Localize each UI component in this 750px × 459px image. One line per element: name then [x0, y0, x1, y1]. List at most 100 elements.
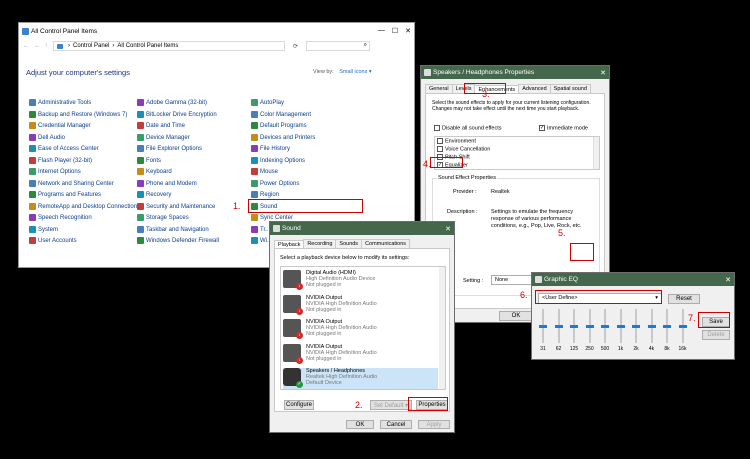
close-icon[interactable]: ✕	[445, 225, 451, 233]
device-list-item[interactable]: ↓ NVIDIA Output NVIDIA High Definition Aud…	[283, 319, 433, 343]
eq-band-slider[interactable]	[678, 309, 687, 343]
eq-slider-thumb[interactable]	[539, 324, 547, 328]
eq-slider-thumb[interactable]	[678, 324, 687, 328]
maximize-icon[interactable]: ☐	[392, 27, 398, 35]
cp-item-icon	[137, 168, 144, 175]
cp-item[interactable]: Programs and Features	[29, 191, 101, 198]
cp-item[interactable]: File Explorer Options	[137, 145, 202, 152]
eq-slider-thumb[interactable]	[647, 324, 656, 328]
cp-item[interactable]: Administrative Tools	[29, 99, 91, 106]
breadcrumb-control-panel[interactable]: Control Panel	[73, 43, 109, 49]
cp-item[interactable]: Windows Defender Firewall	[137, 237, 219, 244]
cp-item[interactable]: Ease of Access Center	[29, 145, 99, 152]
cp-item[interactable]: Fonts	[137, 156, 161, 164]
cp-item[interactable]: System	[29, 225, 58, 233]
eq-band-slider[interactable]	[585, 309, 594, 343]
props-ok-button[interactable]: OK	[499, 311, 533, 321]
sound-apply-button[interactable]: Apply	[418, 420, 450, 429]
cp-item[interactable]: Speech Recognition	[29, 214, 92, 221]
eq-band-slider[interactable]	[554, 309, 563, 343]
eq-band-slider[interactable]	[647, 309, 656, 343]
breadcrumb-all-items[interactable]: All Control Panel Items	[117, 43, 178, 49]
refresh-icon[interactable]: ⟳	[293, 43, 298, 50]
cp-item[interactable]: Adobe Gamma (32-bit)	[137, 99, 207, 106]
up-icon[interactable]: ↑	[45, 43, 48, 49]
eq-slider-thumb[interactable]	[585, 324, 594, 328]
tab-general[interactable]: General	[425, 84, 453, 93]
cp-item[interactable]: Date and Time	[137, 122, 185, 129]
close-icon[interactable]: ✕	[725, 276, 731, 284]
view-by-dropdown[interactable]: Small icons ▾	[339, 69, 371, 75]
sound-ok-button[interactable]: OK	[346, 420, 374, 429]
cp-item[interactable]: Recovery	[137, 191, 171, 198]
cp-item[interactable]: Backup and Restore (Windows 7)	[29, 110, 127, 118]
effect-environment[interactable]: Environment	[437, 138, 476, 144]
set-default-button[interactable]: Set Default ▾	[370, 400, 412, 410]
cp-item[interactable]: Internet Options	[29, 168, 81, 175]
cp-item[interactable]: Phone and Modem	[137, 179, 197, 187]
device-list-item[interactable]: ↓ NVIDIA Output NVIDIA High Definition Aud…	[283, 294, 433, 319]
cp-item[interactable]: RemoteApp and Desktop Connections	[29, 202, 140, 210]
close-icon[interactable]: ✕	[405, 27, 411, 35]
cp-item[interactable]: Keyboard	[137, 168, 172, 175]
cp-item[interactable]: Tr...	[251, 225, 270, 233]
tab-communications[interactable]: Communications	[361, 239, 411, 248]
cp-item[interactable]: BitLocker Drive Encryption	[137, 110, 217, 118]
cp-item[interactable]: Default Programs	[251, 122, 307, 129]
eq-band-slider[interactable]	[601, 309, 609, 343]
tab-sounds[interactable]: Sounds	[335, 239, 363, 248]
cp-item[interactable]: Devices and Printers	[251, 133, 315, 141]
cp-item[interactable]: Credential Manager	[29, 122, 91, 129]
search-input[interactable]: ⌕	[306, 41, 371, 51]
eq-delete-button[interactable]: Delete	[702, 330, 730, 340]
cp-item[interactable]: Dell Audio	[29, 133, 65, 141]
disable-all-checkbox[interactable]: Disable all sound effects	[434, 125, 502, 131]
cp-item[interactable]: Color Management	[251, 110, 311, 118]
close-icon[interactable]: ✕	[600, 69, 606, 77]
cp-item[interactable]: Flash Player (32-bit)	[29, 156, 92, 164]
eq-slider-thumb[interactable]	[616, 324, 625, 328]
address-field[interactable]: › Control Panel › All Control Panel Item…	[53, 41, 285, 51]
cp-item[interactable]: AutoPlay	[251, 99, 284, 106]
immediate-mode-checkbox[interactable]: ✓ Immediate mode	[539, 125, 588, 131]
forward-icon[interactable]: →	[34, 43, 40, 49]
device-list-scrollbar[interactable]	[439, 267, 445, 389]
back-icon[interactable]: ←	[23, 43, 29, 49]
cp-item[interactable]: Storage Spaces	[137, 214, 189, 221]
cp-item[interactable]: Mouse	[251, 168, 278, 175]
cp-item[interactable]: Device Manager	[137, 133, 190, 141]
tab-spatial-sound[interactable]: Spatial sound	[549, 84, 591, 93]
tab-recording[interactable]: Recording	[303, 239, 337, 248]
cp-item[interactable]: Indexing Options	[251, 156, 305, 164]
effects-scrollbar[interactable]	[593, 137, 599, 169]
eq-band-slider[interactable]	[570, 309, 578, 343]
eq-band-slider[interactable]	[632, 309, 640, 343]
cp-item[interactable]: User Accounts	[29, 237, 77, 244]
cp-item[interactable]: Security and Maintenance	[137, 202, 215, 210]
cp-item[interactable]: Network and Sharing Center	[29, 179, 114, 187]
cp-item-icon	[251, 191, 258, 198]
minimize-icon[interactable]: —	[378, 27, 385, 35]
device-list-item[interactable]: ↓ Digital Audio (HDMI) High Definition Aud…	[283, 270, 433, 294]
cp-item[interactable]: Taskbar and Navigation	[137, 225, 209, 233]
sound-cancel-button[interactable]: Cancel	[380, 420, 412, 429]
effect-voice-cancellation[interactable]: Voice Cancellation	[437, 146, 490, 152]
eq-band-slider[interactable]	[663, 309, 671, 343]
eq-reset-button[interactable]: Reset	[668, 294, 700, 304]
configure-button[interactable]: Configure	[284, 400, 314, 410]
cp-item-icon	[137, 225, 144, 233]
eq-slider-thumb[interactable]	[601, 324, 609, 328]
device-list-item[interactable]: ↓ NVIDIA Output NVIDIA High Definition Aud…	[283, 343, 433, 368]
cp-item[interactable]: Region	[251, 191, 279, 198]
eq-slider-thumb[interactable]	[663, 324, 671, 328]
tab-advanced[interactable]: Advanced	[518, 84, 551, 93]
device-list-item[interactable]: ✓ Speakers / Headphones Realtek High Defin…	[283, 368, 438, 389]
cp-item-icon	[29, 179, 36, 187]
eq-slider-thumb[interactable]	[554, 324, 563, 328]
eq-slider-thumb[interactable]	[570, 324, 578, 328]
eq-band-slider[interactable]	[539, 309, 547, 343]
cp-item[interactable]: File History	[251, 145, 290, 152]
cp-item[interactable]: Power Options	[251, 179, 299, 187]
eq-band-slider[interactable]	[616, 309, 625, 343]
eq-slider-thumb[interactable]	[632, 324, 640, 328]
